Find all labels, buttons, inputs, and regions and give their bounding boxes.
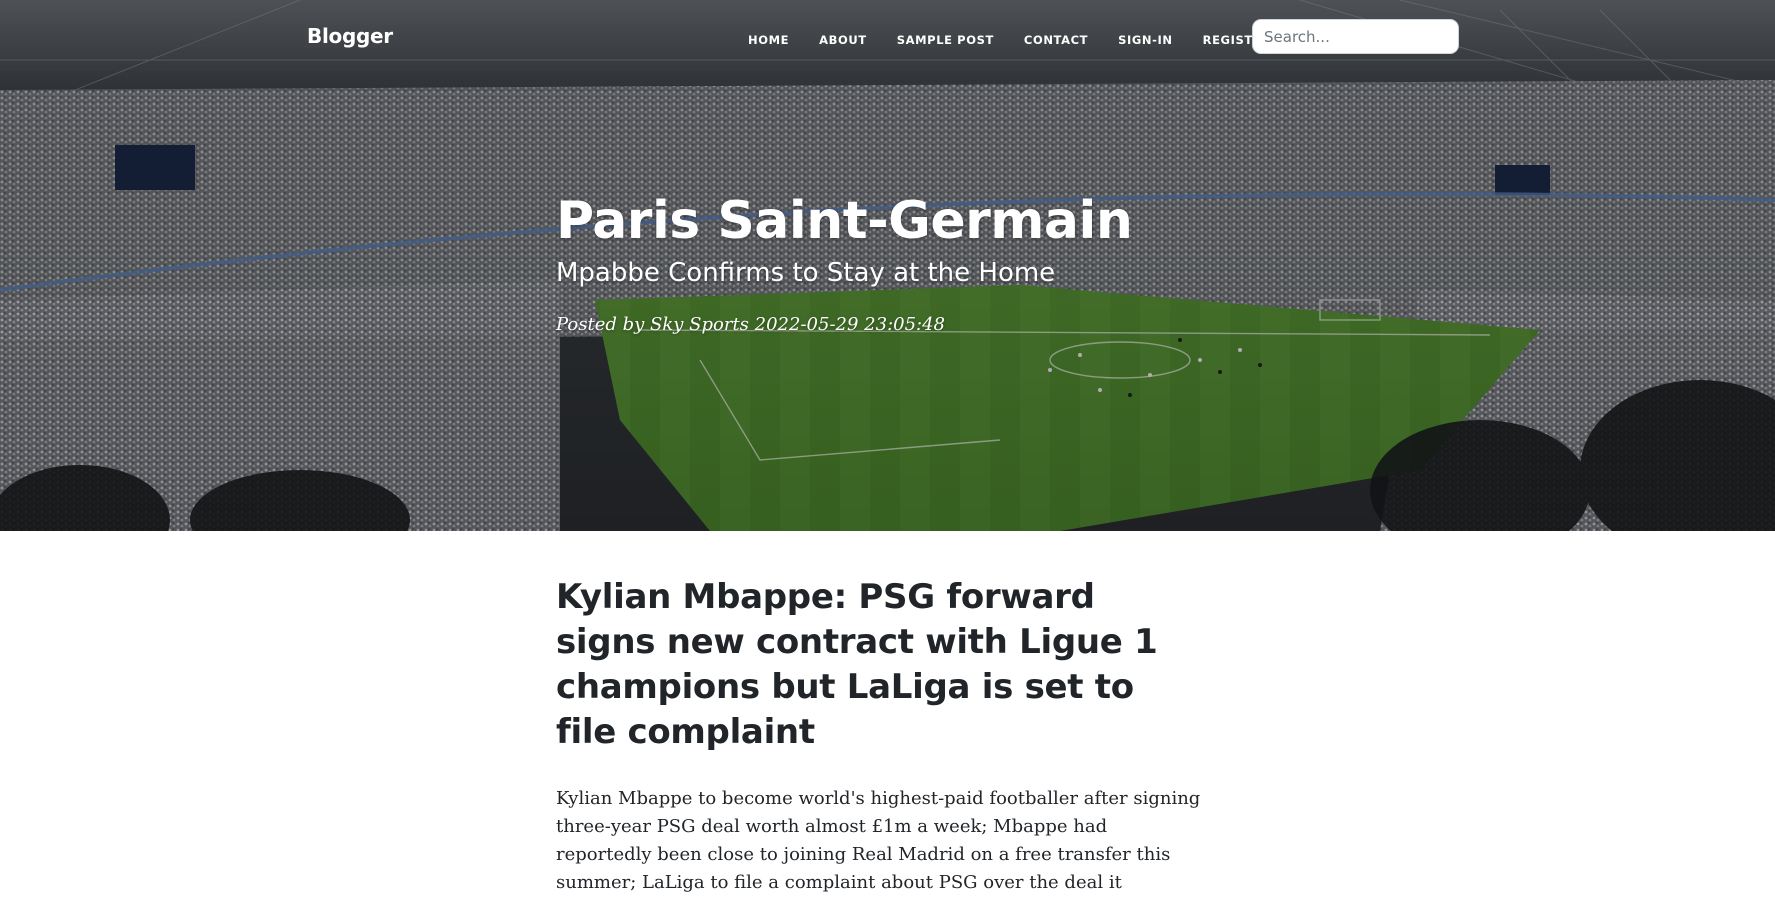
- article-title: Kylian Mbappe: PSG forward signs new con…: [556, 577, 1158, 752]
- hero-header: Blogger HOME ABOUT SAMPLE POST CONTACT S…: [0, 0, 1775, 531]
- post-title: Paris Saint-Germain: [556, 191, 1133, 251]
- article-lead-paragraph: Kylian Mbappe to become world's highest-…: [556, 788, 1201, 901]
- brand-logo-link[interactable]: Blogger: [307, 24, 393, 48]
- posted-by-label: Posted by: [556, 314, 645, 335]
- post-meta: Posted by Sky Sports 2022-05-29 23:05:48: [556, 313, 1316, 337]
- nav-link-sign-in[interactable]: SIGN-IN: [1103, 31, 1188, 49]
- nav-link-sample-post[interactable]: SAMPLE POST: [882, 31, 1009, 49]
- article-body: Kylian Mbappe: PSG forward signs new con…: [556, 575, 1211, 901]
- nav-link-contact[interactable]: CONTACT: [1009, 31, 1103, 49]
- post-heading: Paris Saint-Germain Mpabbe Confirms to S…: [556, 188, 1316, 337]
- nav-links: HOME ABOUT SAMPLE POST CONTACT SIGN-IN R…: [733, 29, 1286, 49]
- nav-link-about[interactable]: ABOUT: [804, 31, 882, 49]
- nav-link-home[interactable]: HOME: [733, 31, 804, 49]
- nav-item-sample-post: SAMPLE POST: [882, 29, 1009, 49]
- nav-item-home: HOME: [733, 29, 804, 49]
- top-navbar: Blogger HOME ABOUT SAMPLE POST CONTACT S…: [0, 0, 1775, 76]
- nav-item-contact: CONTACT: [1009, 29, 1103, 49]
- post-subtitle: Mpabbe Confirms to Stay at the Home: [556, 258, 1056, 288]
- nav-item-about: ABOUT: [804, 29, 882, 49]
- post-author: Sky Sports: [650, 314, 749, 335]
- nav-item-sign-in: SIGN-IN: [1103, 29, 1188, 49]
- search-input[interactable]: [1252, 19, 1459, 54]
- post-timestamp: 2022-05-29 23:05:48: [754, 314, 946, 335]
